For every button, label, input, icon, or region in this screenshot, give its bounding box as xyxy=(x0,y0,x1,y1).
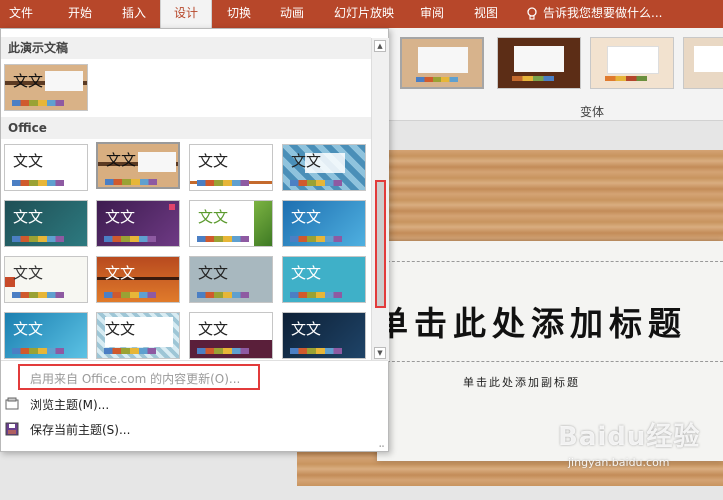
theme-berlin[interactable]: 文文 xyxy=(96,256,180,303)
theme-facet-text: 文文 xyxy=(198,208,229,226)
theme-dark[interactable]: 文文 xyxy=(282,312,366,359)
theme-circuit-swatch xyxy=(290,292,342,298)
theme-ion-boardroom[interactable]: 文文 xyxy=(96,200,180,247)
watermark-url: jingyan.baidu.com xyxy=(568,456,670,469)
enable-office-updates-item[interactable]: 启用来自 Office.com 的内容更新(O)... xyxy=(30,370,240,387)
variant-2[interactable] xyxy=(497,37,581,89)
theme-frame-text: 文文 xyxy=(105,320,136,338)
resize-grip-icon[interactable]: ⣀ xyxy=(378,438,385,448)
office-themes-header: Office xyxy=(1,117,371,139)
scroll-up-button[interactable]: ▲ xyxy=(374,40,386,52)
theme-frame[interactable]: 文文 xyxy=(96,312,180,359)
scroll-down-button[interactable]: ▼ xyxy=(374,347,386,359)
slide-subtitle-placeholder[interactable]: 单击此处添加副标题 xyxy=(463,374,580,390)
theme-gallery-dropdown: 此演示文稿 文文 Office 文文 文文 文文 文文 文文 文文 文文 文文 … xyxy=(0,28,389,452)
browse-themes-icon xyxy=(5,397,19,410)
theme-current-text: 文文 xyxy=(13,72,44,90)
theme-ion[interactable]: 文文 xyxy=(4,200,88,247)
theme-integral[interactable]: 文文 xyxy=(282,200,366,247)
slide-title-placeholder[interactable]: 单击此处添加标题 xyxy=(375,297,687,345)
menu-divider xyxy=(1,360,388,361)
theme-current[interactable]: 文文 xyxy=(4,64,88,111)
variant-3[interactable] xyxy=(590,37,674,89)
theme-wood-type-text: 文文 xyxy=(106,151,137,169)
theme-berlin-swatch xyxy=(104,292,156,298)
theme-dark-text: 文文 xyxy=(291,320,322,338)
theme-retrospect[interactable]: 文文 xyxy=(189,144,273,191)
variant-1[interactable] xyxy=(400,37,484,89)
theme-circuit-text: 文文 xyxy=(291,264,322,282)
theme-integral-swatch xyxy=(290,236,342,242)
theme-office-text: 文文 xyxy=(13,152,44,170)
theme-main-event[interactable]: 文文 xyxy=(189,312,273,359)
theme-pattern[interactable]: 文文 xyxy=(282,144,366,191)
theme-droplet-swatch xyxy=(12,348,64,354)
tab-design[interactable]: 设计 xyxy=(160,0,212,28)
tab-view[interactable]: 视图 xyxy=(462,0,510,28)
theme-berlin-text: 文文 xyxy=(105,264,136,282)
theme-retrospect-swatch xyxy=(197,180,249,186)
theme-droplet[interactable]: 文文 xyxy=(4,312,88,359)
baidu-watermark: Baidu经验 jingyan.baidu.com xyxy=(556,410,723,500)
theme-droplet-text: 文文 xyxy=(13,320,44,338)
watermark-brand: Baidu经验 xyxy=(558,422,701,452)
ribbon-tab-bar: 文件 开始 插入 设计 切换 动画 幻灯片放映 审阅 视图 告诉我您想要做什么.… xyxy=(0,0,723,28)
variant-4[interactable] xyxy=(683,37,723,89)
theme-facet[interactable]: 文文 xyxy=(189,200,273,247)
save-theme-icon xyxy=(5,422,19,436)
theme-wood-type-swatch xyxy=(105,179,157,185)
tab-animations[interactable]: 动画 xyxy=(268,0,316,28)
theme-savon-swatch xyxy=(197,292,249,298)
tab-slideshow[interactable]: 幻灯片放映 xyxy=(326,0,402,28)
theme-integral-text: 文文 xyxy=(291,208,322,226)
tab-file[interactable]: 文件 xyxy=(0,0,42,28)
tab-home[interactable]: 开始 xyxy=(56,0,104,28)
theme-ion-swatch xyxy=(12,236,64,242)
theme-wood-type[interactable]: 文文 xyxy=(96,142,180,189)
theme-office[interactable]: 文文 xyxy=(4,144,88,191)
theme-slice[interactable]: 文文 xyxy=(4,256,88,303)
lightbulb-icon xyxy=(527,7,537,20)
this-presentation-header: 此演示文稿 xyxy=(1,37,371,59)
tab-insert[interactable]: 插入 xyxy=(110,0,158,28)
theme-facet-swatch xyxy=(197,236,249,242)
tab-transitions[interactable]: 切换 xyxy=(215,0,263,28)
theme-circuit[interactable]: 文文 xyxy=(282,256,366,303)
theme-retrospect-text: 文文 xyxy=(198,152,229,170)
theme-pattern-text: 文文 xyxy=(291,152,322,170)
theme-savon-text: 文文 xyxy=(198,264,229,282)
theme-frame-swatch xyxy=(104,348,156,354)
scrollbar-thumb[interactable] xyxy=(375,180,386,308)
theme-slice-text: 文文 xyxy=(13,264,44,282)
gallery-scrollbar[interactable]: ▲ ▼ xyxy=(371,38,389,361)
theme-ion-text: 文文 xyxy=(13,208,44,226)
browse-themes-item[interactable]: 浏览主题(M)... xyxy=(30,396,109,413)
theme-main-event-swatch xyxy=(197,348,249,354)
theme-current-swatch xyxy=(12,100,64,106)
theme-ion-boardroom-swatch xyxy=(104,236,156,242)
tab-review[interactable]: 审阅 xyxy=(410,0,454,28)
tell-me-search[interactable]: 告诉我您想要做什么... xyxy=(543,0,669,28)
theme-ion-boardroom-text: 文文 xyxy=(105,208,136,226)
theme-pattern-swatch xyxy=(290,180,342,186)
theme-dark-swatch xyxy=(290,348,342,354)
variants-group-label: 变体 xyxy=(580,105,605,119)
theme-office-swatch xyxy=(12,180,64,186)
theme-slice-swatch xyxy=(12,292,64,298)
save-theme-item[interactable]: 保存当前主题(S)... xyxy=(30,421,130,438)
theme-savon[interactable]: 文文 xyxy=(189,256,273,303)
theme-main-event-text: 文文 xyxy=(198,320,229,338)
